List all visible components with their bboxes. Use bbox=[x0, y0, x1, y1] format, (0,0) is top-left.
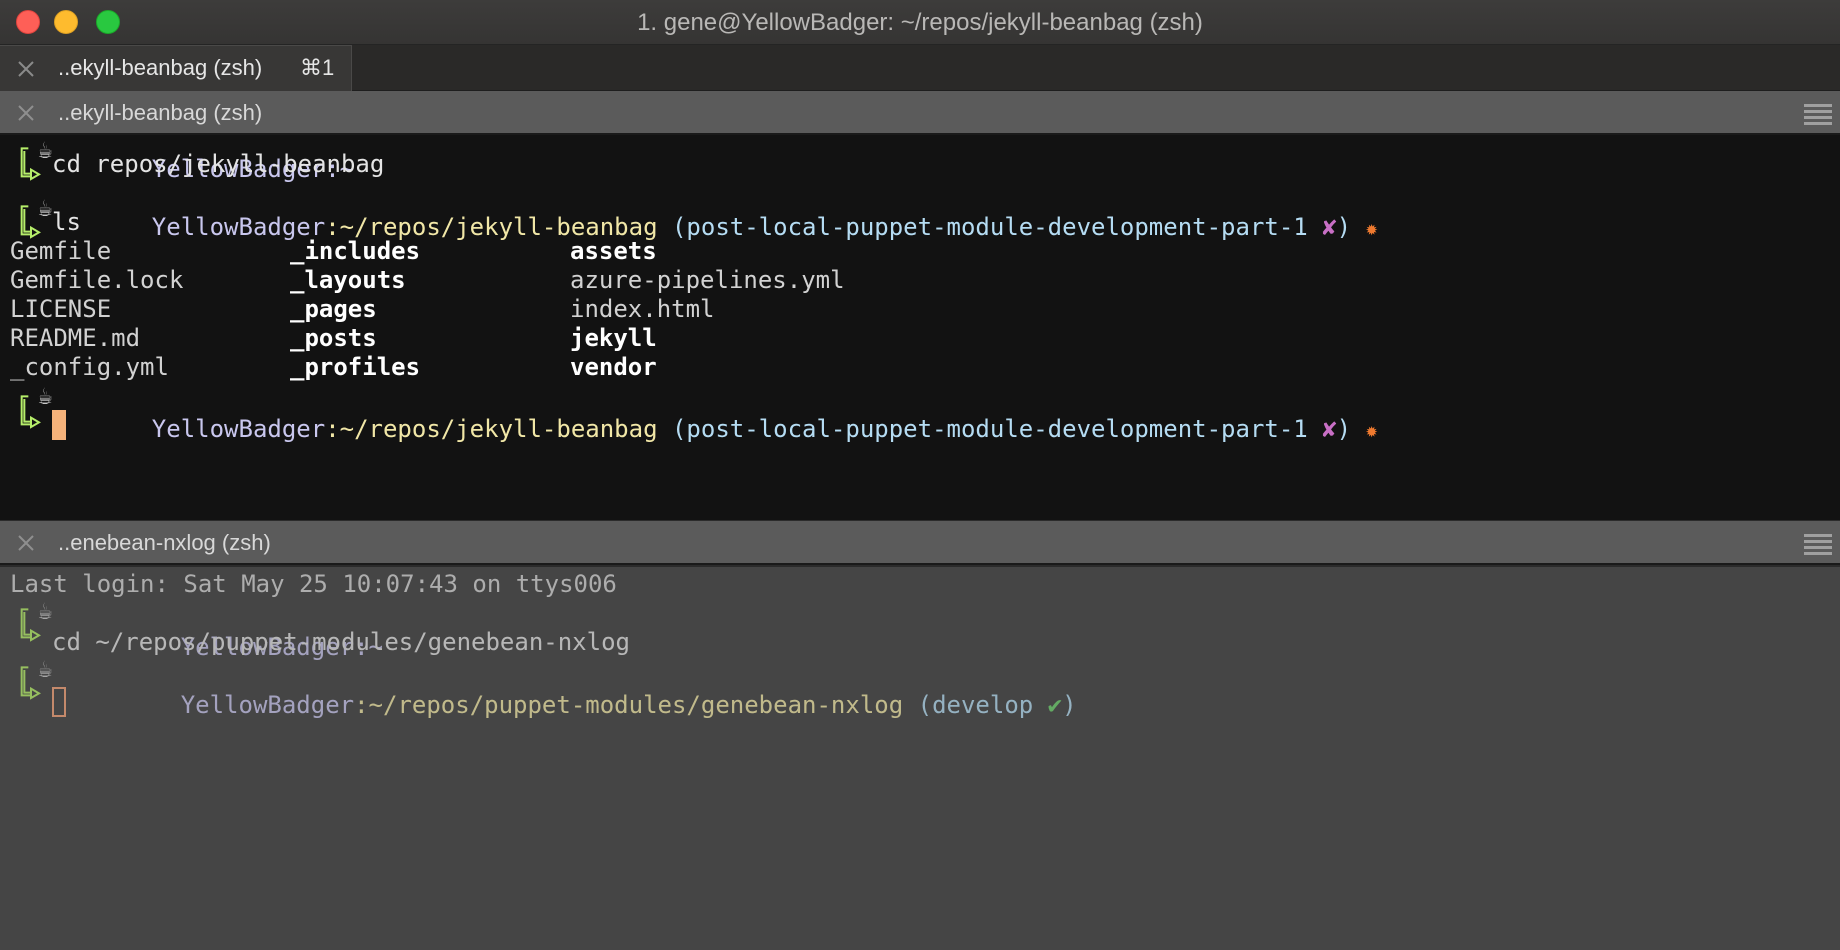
close-pane-icon[interactable] bbox=[14, 531, 38, 555]
terminal-pane-top[interactable]: ☕ YellowBadger:~ cd repos/jekyll-beanbag… bbox=[0, 135, 1840, 520]
git-branch: (post-local-puppet-module-development-pa… bbox=[671, 213, 1308, 241]
window-title: 1. gene@YellowBadger: ~/repos/jekyll-bea… bbox=[637, 9, 1203, 36]
prompt-line: YellowBadger:~/repos/puppet-modules/gene… bbox=[94, 654, 1077, 719]
hamburger-menu-icon[interactable] bbox=[1804, 101, 1832, 125]
git-status-star-icon: ✹ bbox=[1365, 418, 1378, 442]
prompt-line: YellowBadger:~/repos/jekyll-beanbag (pos… bbox=[94, 176, 1378, 241]
pane-header-bottom: ..enebean-nxlog (zsh) bbox=[0, 521, 1840, 565]
git-status-star-icon: ✹ bbox=[1365, 216, 1378, 240]
pane-title: ..ekyll-beanbag (zsh) bbox=[58, 100, 263, 125]
tab-shortcut: ⌘1 bbox=[300, 55, 335, 80]
prompt-path: :~/repos/jekyll-beanbag bbox=[325, 415, 658, 443]
tab-1[interactable]: ..ekyll-beanbag (zsh) ⌘1 bbox=[0, 45, 352, 91]
git-branch: (post-local-puppet-module-development-pa… bbox=[671, 415, 1308, 443]
prompt-host: YellowBadger bbox=[151, 415, 326, 443]
coffee-cup-icon: ☕ bbox=[38, 597, 53, 625]
git-close-paren: ) bbox=[1336, 213, 1352, 241]
git-clean-check-icon: ✔ bbox=[1047, 691, 1063, 719]
tab-bar: ..ekyll-beanbag (zsh) ⌘1 bbox=[0, 45, 1840, 91]
git-branch: (develop bbox=[917, 691, 1034, 719]
terminal-cursor-inactive bbox=[52, 687, 66, 717]
tab-label: ..ekyll-beanbag (zsh) bbox=[58, 55, 263, 80]
coffee-cup-icon: ☕ bbox=[38, 382, 53, 410]
hamburger-menu-icon[interactable] bbox=[1804, 531, 1832, 555]
terminal-cursor bbox=[52, 410, 66, 440]
close-tab-icon[interactable] bbox=[14, 57, 38, 81]
pane-header-top: ..ekyll-beanbag (zsh) bbox=[0, 91, 1840, 135]
prompt-host: YellowBadger bbox=[180, 691, 355, 719]
git-close-paren: ) bbox=[1336, 415, 1352, 443]
git-dirty-icon: ✘ bbox=[1322, 213, 1337, 241]
coffee-cup-icon: ☕ bbox=[38, 655, 53, 683]
prompt-line: YellowBadger:~/repos/jekyll-beanbag (pos… bbox=[94, 378, 1378, 443]
pane-title: ..enebean-nxlog (zsh) bbox=[58, 530, 271, 555]
window-titlebar: 1. gene@YellowBadger: ~/repos/jekyll-bea… bbox=[0, 0, 1840, 45]
git-close-paren: ) bbox=[1062, 691, 1077, 719]
terminal-pane-bottom[interactable]: Last login: Sat May 25 10:07:43 on ttys0… bbox=[0, 567, 1840, 950]
git-dirty-icon: ✘ bbox=[1322, 415, 1337, 443]
close-pane-icon[interactable] bbox=[14, 101, 38, 125]
prompt-path: :~/repos/puppet-modules/genebean-nxlog bbox=[354, 691, 904, 719]
